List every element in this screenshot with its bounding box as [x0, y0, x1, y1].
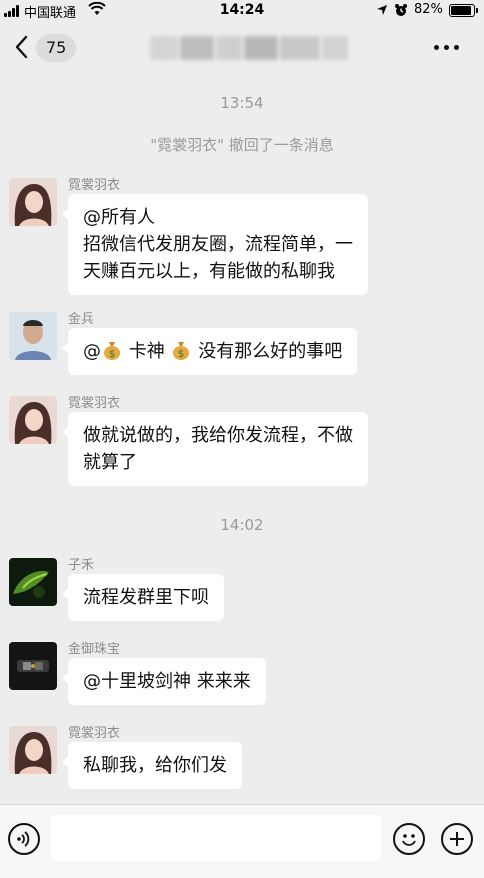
mention-name: 卡神: [128, 341, 165, 362]
unread-count-badge[interactable]: 75: [36, 34, 77, 62]
chat-screen: 中国联通 14:24 82% 75 13:54 "霓裳羽衣" 撤回了一条消息 霓…: [0, 0, 484, 878]
sender-name: 金兵: [68, 312, 95, 327]
money-bag-icon: $: [173, 342, 190, 360]
avatar[interactable]: [9, 642, 57, 690]
money-bag-icon: $: [104, 342, 120, 360]
message-input[interactable]: [51, 815, 381, 861]
sender-name: 霓裳羽衣: [68, 178, 121, 193]
avatar[interactable]: [9, 178, 57, 226]
chevron-left-icon[interactable]: [12, 34, 32, 60]
avatar[interactable]: [9, 312, 57, 360]
message-text: 没有那么好的事吧: [198, 341, 343, 362]
voice-icon[interactable]: [8, 823, 40, 855]
avatar[interactable]: [9, 396, 57, 444]
sender-name: 霓裳羽衣: [68, 396, 121, 411]
message-line: 就算了: [83, 452, 137, 473]
timestamp: 14:02: [220, 516, 264, 534]
message-bubble[interactable]: @十里坡剑神 来来来: [62, 658, 266, 705]
message-bubble[interactable]: 私聊我，给你们发: [62, 742, 242, 789]
chat-title-blurred: [150, 36, 350, 60]
avatar[interactable]: [9, 726, 57, 774]
message-line: 招微信代发朋友圈，流程简单，一: [83, 234, 353, 255]
message-line: 做就说做的，我给你发流程，不做: [83, 425, 353, 446]
battery-percent: 82%: [414, 2, 443, 17]
avatar[interactable]: [9, 558, 57, 606]
status-bar: 中国联通 14:24 82%: [0, 0, 484, 22]
nav-bar: 75: [0, 22, 484, 74]
recall-notice: "霓裳羽衣" 撤回了一条消息: [150, 136, 334, 154]
timestamp: 13:54: [220, 94, 264, 112]
svg-text:$: $: [178, 349, 184, 360]
battery-icon: [449, 4, 478, 17]
svg-text:$: $: [109, 349, 115, 360]
message-line: 私聊我，给你们发: [83, 755, 227, 776]
plus-icon[interactable]: [441, 823, 473, 855]
message-line: @十里坡剑神 来来来: [83, 671, 251, 692]
more-dots-icon[interactable]: [434, 45, 460, 51]
input-bar: [0, 804, 484, 878]
message-bubble[interactable]: 流程发群里下呗: [62, 574, 224, 621]
sender-name: 霓裳羽衣: [68, 726, 121, 741]
message-line: @所有人: [83, 207, 155, 228]
message-line: @ $ 卡神 $ 没有那么好的事吧: [83, 338, 342, 365]
emoji-icon[interactable]: [393, 823, 425, 855]
message-bubble[interactable]: @ $ 卡神 $ 没有那么好的事吧: [61, 328, 358, 375]
sender-name: 金御珠宝: [68, 642, 121, 657]
clock: 14:24: [219, 2, 265, 18]
message-bubble[interactable]: 做就说做的，我给你发流程，不做 就算了: [62, 412, 368, 486]
alarm-icon: [395, 4, 407, 16]
message-bubble[interactable]: @所有人 招微信代发朋友圈，流程简单，一 天赚百元以上，有能做的私聊我: [62, 194, 368, 295]
location-arrow-icon: [377, 5, 387, 15]
mention-at: @: [83, 341, 101, 362]
message-line: 天赚百元以上，有能做的私聊我: [83, 261, 335, 282]
message-line: 流程发群里下呗: [83, 587, 209, 608]
sender-name: 子禾: [68, 558, 95, 573]
